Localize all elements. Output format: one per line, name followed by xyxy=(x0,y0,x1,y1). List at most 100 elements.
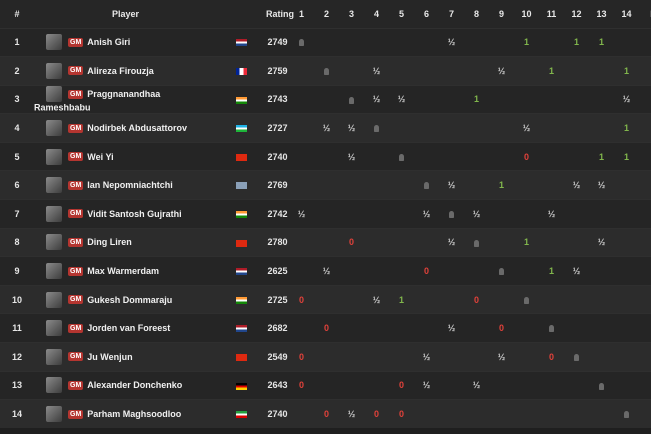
pawn-icon xyxy=(549,325,554,333)
flag-icon xyxy=(236,125,247,133)
result-cell xyxy=(614,228,639,257)
player-name[interactable]: Alexander Donchenko xyxy=(87,380,182,390)
pawn-icon xyxy=(349,96,354,104)
flag-cell xyxy=(217,200,266,229)
result-cell: 0 xyxy=(298,351,304,362)
result-cell xyxy=(589,257,614,286)
player-cell[interactable]: GM Wei Yi xyxy=(34,142,217,171)
player-name[interactable]: Jorden van Foreest xyxy=(87,323,170,333)
result-cell: ½ xyxy=(322,266,331,277)
table-row[interactable]: 6 GMIan Nepomniachtchi 2769 ½ 1 ½ ½ 2.5 xyxy=(0,170,651,200)
player-cell[interactable]: GM Nodirbek Abdusattorov xyxy=(34,114,217,143)
player-name[interactable]: Max Warmerdam xyxy=(87,266,159,276)
table-row[interactable]: 4 GMNodirbek Abdusattorov 2727 ½ ½ ½ 1 2.5 xyxy=(0,113,651,143)
player-name[interactable]: Wei Yi xyxy=(87,152,113,162)
result-cell: ½ xyxy=(422,380,431,391)
player-name[interactable]: Ju Wenjun xyxy=(87,352,132,362)
result-cell xyxy=(314,343,339,372)
result-cell xyxy=(514,200,539,229)
table-row[interactable]: 14 GMParham Maghsoodloo 2740 0 ½ 0 0 0.5 xyxy=(0,399,651,429)
table-row[interactable]: 13 GMAlexander Donchenko 2643 0 0 ½ ½ 1 xyxy=(0,371,651,400)
player-name[interactable]: Vidit Santosh Gujrathi xyxy=(87,209,181,219)
pawn-icon xyxy=(324,68,329,76)
points-cell: 3 xyxy=(639,57,651,86)
player-name[interactable]: Ding Liren xyxy=(87,237,132,247)
table-row[interactable]: 8 GMDing Liren 2780 0 ½ 1 ½ 2 xyxy=(0,228,651,257)
result-cell xyxy=(489,200,514,229)
result-cell: 1 xyxy=(473,94,479,105)
rank-cell: 13 xyxy=(11,380,22,391)
rating-cell: 2643 xyxy=(267,380,288,391)
points-cell: 2.5 xyxy=(639,114,651,143)
player-name[interactable]: Nodirbek Abdusattorov xyxy=(87,123,187,133)
player-cell[interactable]: GM Alexander Donchenko xyxy=(34,371,217,400)
player-name[interactable]: Alireza Firouzja xyxy=(87,66,154,76)
points-cell: 2 xyxy=(639,200,651,229)
flag-icon xyxy=(236,239,247,247)
rank-cell: 2 xyxy=(14,65,20,76)
pawn-icon xyxy=(599,382,604,390)
player-cell[interactable]: GM Ju Wenjun xyxy=(34,343,217,372)
result-cell xyxy=(614,257,639,286)
result-cell xyxy=(564,142,589,171)
player-name[interactable]: Ian Nepomniachtchi xyxy=(87,180,173,190)
player-name[interactable]: Parham Maghsoodloo xyxy=(87,409,181,419)
table-row[interactable]: 3 GMPraggnanandhaa Rameshbabu 2743 ½ ½ 1 ½ 2.5 xyxy=(0,85,651,114)
result-cell xyxy=(364,142,389,171)
avatar xyxy=(46,34,62,51)
result-cell xyxy=(364,228,389,257)
player-cell[interactable]: GM Parham Maghsoodloo xyxy=(34,400,217,429)
result-cell: 1 xyxy=(398,294,404,305)
header-row: # Player Rating 1234567891011121314Pts. xyxy=(0,0,651,28)
result-cell xyxy=(564,314,589,343)
result-cell xyxy=(464,142,489,171)
table-row[interactable]: 11 GMJorden van Foreest 2682 0 ½ 0 1.5 xyxy=(0,313,651,343)
player-cell[interactable]: GM Vidit Santosh Gujrathi xyxy=(34,200,217,229)
result-cell xyxy=(314,285,339,314)
player-cell[interactable]: GM Anish Giri xyxy=(34,28,217,57)
table-row[interactable]: 12 GMJu Wenjun 2549 0 ½ ½ 0 1 xyxy=(0,342,651,372)
result-cell xyxy=(589,114,614,143)
table-row[interactable]: 5 GMWei Yi 2740 ½ 0 1 1 2.5 xyxy=(0,142,651,171)
player-cell[interactable]: GM Praggnanandhaa Rameshbabu xyxy=(34,85,217,114)
flag-cell xyxy=(217,171,266,200)
rank-cell: 1 xyxy=(14,37,20,48)
result-cell xyxy=(439,114,464,143)
self-pawn-icon xyxy=(439,200,464,229)
player-cell[interactable]: GM Max Warmerdam xyxy=(34,257,217,286)
result-cell xyxy=(439,285,464,314)
self-pawn-icon xyxy=(314,57,339,86)
result-cell xyxy=(539,114,564,143)
table-row[interactable]: 2GMAlireza Firouzja2759½½113 xyxy=(0,56,651,86)
result-cell: ½ xyxy=(372,294,381,305)
result-cell xyxy=(389,343,414,372)
player-name[interactable]: Anish Giri xyxy=(87,37,130,47)
flag-icon xyxy=(236,296,247,304)
flag-cell xyxy=(217,85,266,114)
self-pawn-icon xyxy=(589,371,614,400)
rating-cell: 2740 xyxy=(267,151,288,162)
avatar xyxy=(46,406,62,423)
result-cell: 0 xyxy=(298,294,304,305)
table-row[interactable]: 1 GMAnish Giri 2749 ½ 1 1 1 3.5 xyxy=(0,28,651,57)
result-cell: ½ xyxy=(372,94,381,105)
flag-cell xyxy=(217,285,266,314)
table-row[interactable]: 10GMGukesh Dommaraju27250½101.5 xyxy=(0,285,651,314)
player-cell[interactable]: GM Alireza Firouzja xyxy=(34,57,217,86)
player-cell[interactable]: GM Gukesh Dommaraju xyxy=(34,285,217,314)
rating-cell: 2625 xyxy=(267,266,288,277)
table-row[interactable]: 7 GMVidit Santosh Gujrathi 2742 ½ ½ ½ ½ 2 xyxy=(0,199,651,229)
player-cell[interactable]: GM Jorden van Foreest xyxy=(34,314,217,343)
result-cell xyxy=(464,400,489,429)
player-cell[interactable]: GM Ding Liren xyxy=(34,228,217,257)
self-pawn-icon xyxy=(414,171,439,200)
result-cell xyxy=(364,28,389,57)
result-cell xyxy=(464,28,489,57)
result-cell: ½ xyxy=(347,151,356,162)
result-cell xyxy=(514,57,539,86)
player-name[interactable]: Gukesh Dommaraju xyxy=(87,295,172,305)
table-row[interactable]: 9 GMMax Warmerdam 2625 ½ 0 1 ½ 2 xyxy=(0,256,651,286)
result-cell: 1 xyxy=(623,123,629,134)
player-cell[interactable]: GM Ian Nepomniachtchi xyxy=(34,171,217,200)
result-cell xyxy=(514,343,539,372)
